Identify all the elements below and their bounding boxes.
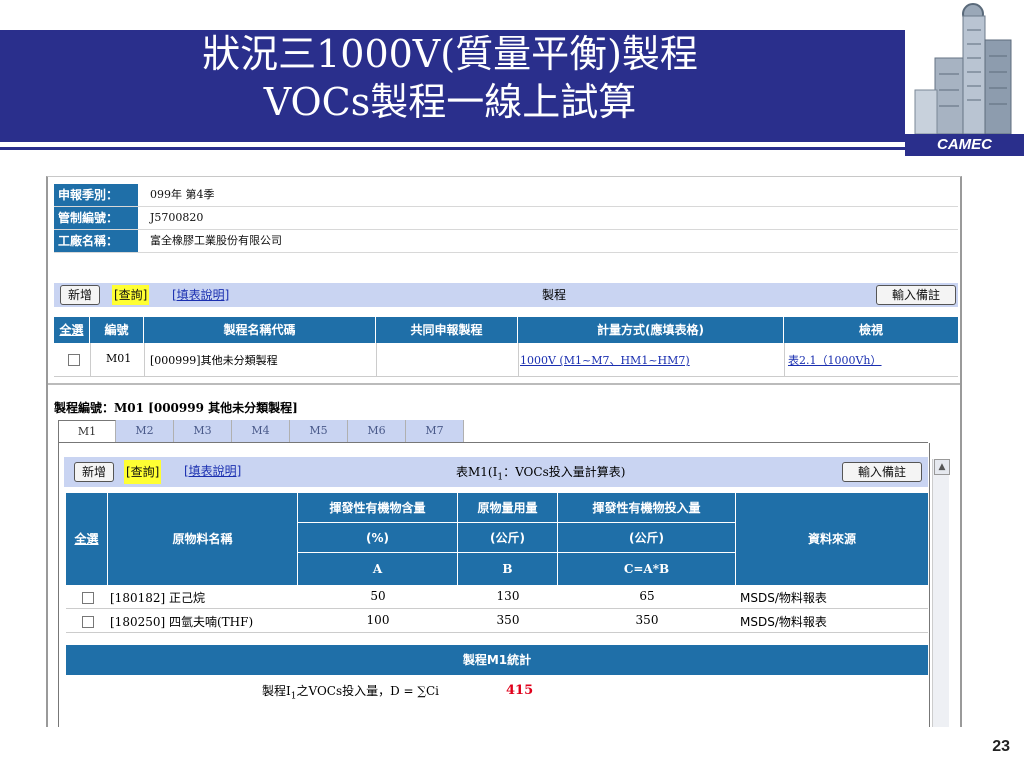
process-toolbar: 新增 [查詢] [填表說明] 製程 輸入備註 <box>54 283 958 307</box>
toolbar-center-label: 製程 <box>542 288 567 302</box>
control-no-value: J5700820 <box>150 211 204 224</box>
factory-label: 工廠名稱： <box>54 230 138 252</box>
col-b-title: 原物量用量 <box>458 493 558 523</box>
tab-m1[interactable]: M1 <box>58 420 116 442</box>
tab-m4[interactable]: M4 <box>232 420 290 442</box>
info-row-control-no: 管制編號： J5700820 <box>54 207 958 230</box>
material-input-note-button[interactable]: 輸入備註 <box>842 462 922 482</box>
process-col-view: 檢視 <box>784 317 958 343</box>
process-col-name: 製程名稱代碼 <box>144 317 376 343</box>
method-link[interactable]: 1000V (M1~M7、HM1~HM7) <box>520 352 690 368</box>
material-toolbar: 新增 [查詢] [填表說明] 表M1(I1：VOCs投入量計算表) 輸入備註 <box>64 457 928 487</box>
material-col-source: 資料來源 <box>736 493 928 585</box>
view-link[interactable]: 表2.1（1000Vh） <box>788 352 882 368</box>
col-c-unit: (公斤) <box>558 523 736 553</box>
slide-title-line1: 狀況三1000V(質量平衡)製程 <box>202 32 698 76</box>
process-heading: 製程編號：M01 [000999 其他未分類製程] <box>54 401 298 415</box>
row-checkbox[interactable] <box>82 616 94 628</box>
period-label: 申報季別： <box>54 184 138 206</box>
material-select-all[interactable]: 全選 <box>66 493 108 585</box>
scrollbar[interactable]: ▲ <box>932 459 950 727</box>
process-col-shared: 共同申報製程 <box>376 317 518 343</box>
process-id: M01 <box>106 352 132 365</box>
control-no-label: 管制編號： <box>54 207 138 229</box>
process-col-method: 計量方式(應填表格) <box>518 317 784 343</box>
input-note-button[interactable]: 輸入備註 <box>876 285 956 305</box>
summary-label: 製程I1之VOCs投入量，D = ∑Ci <box>262 684 440 702</box>
table-row: [180182] 正己烷 50 130 65 MSDS/物料報表 <box>66 585 928 609</box>
add-process-button[interactable]: 新增 <box>60 285 100 305</box>
process-col-id: 編號 <box>90 317 144 343</box>
col-b-unit: (公斤) <box>458 523 558 553</box>
process-select-all[interactable]: 全選 <box>54 317 90 343</box>
col-c-title: 揮發性有機物投入量 <box>558 493 736 523</box>
factory-value: 富全橡膠工業股份有限公司 <box>150 234 282 247</box>
material-source: MSDS/物料報表 <box>740 591 827 605</box>
material-source: MSDS/物料報表 <box>740 615 827 629</box>
process-name: [000999]其他未分類製程 <box>150 354 278 367</box>
material-name: [180182] 正己烷 <box>110 591 205 605</box>
slide-title-line2: VOCs製程一線上試算 <box>263 80 637 124</box>
add-material-button[interactable]: 新增 <box>74 462 114 482</box>
tab-m3[interactable]: M3 <box>174 420 232 442</box>
material-name: [180250] 四氫夫喃(THF) <box>110 615 254 629</box>
material-col-name: 原物料名稱 <box>108 493 298 585</box>
row-checkbox[interactable] <box>68 354 80 366</box>
camec-logo-text: CAMEC <box>905 134 1024 156</box>
col-c-symbol: C=A*B <box>558 553 736 585</box>
row-checkbox[interactable] <box>82 592 94 604</box>
material-c: 350 <box>635 613 659 627</box>
table-row: M01 [000999]其他未分類製程 1000V (M1~M7、HM1~HM7… <box>54 343 958 377</box>
page-number: 23 <box>992 738 1010 755</box>
period-value: 099年 第4季 <box>150 188 215 201</box>
material-c: 65 <box>639 589 655 603</box>
material-table-title: 表M1(I1：VOCs投入量計算表) <box>456 465 626 483</box>
table-row: [180250] 四氫夫喃(THF) 100 350 350 MSDS/物料報表 <box>66 609 928 633</box>
title-rule <box>0 147 905 150</box>
help-link[interactable]: [填表說明] <box>172 285 229 305</box>
embedded-web-form: 申報季別： 099年 第4季 管制編號： J5700820 工廠名稱： 富全橡膠… <box>46 176 962 727</box>
material-a: 50 <box>370 589 386 603</box>
scroll-up-icon[interactable]: ▲ <box>934 459 950 475</box>
col-b-symbol: B <box>458 553 558 585</box>
query-button[interactable]: [查詢] <box>112 285 150 305</box>
col-a-title: 揮發性有機物含量 <box>298 493 458 523</box>
material-help-link[interactable]: [填表說明] <box>184 461 241 481</box>
tab-m2[interactable]: M2 <box>116 420 174 442</box>
slide-title: 狀況三1000V(質量平衡)製程 VOCs製程一線上試算 <box>40 30 860 126</box>
tab-m5[interactable]: M5 <box>290 420 348 442</box>
col-a-symbol: A <box>298 553 458 585</box>
total-header: 製程M1統計 <box>66 645 928 675</box>
tab-m6[interactable]: M6 <box>348 420 406 442</box>
tab-m7[interactable]: M7 <box>406 420 464 442</box>
info-row-period: 申報季別： 099年 第4季 <box>54 184 958 207</box>
material-b: 130 <box>496 589 520 603</box>
material-query-button[interactable]: [查詢] <box>124 460 162 484</box>
summary-value: 415 <box>506 683 534 698</box>
col-a-unit: (%) <box>298 523 458 553</box>
section-divider <box>48 383 960 385</box>
info-row-factory: 工廠名稱： 富全橡膠工業股份有限公司 <box>54 230 958 253</box>
material-b: 350 <box>496 613 520 627</box>
material-a: 100 <box>366 613 390 627</box>
